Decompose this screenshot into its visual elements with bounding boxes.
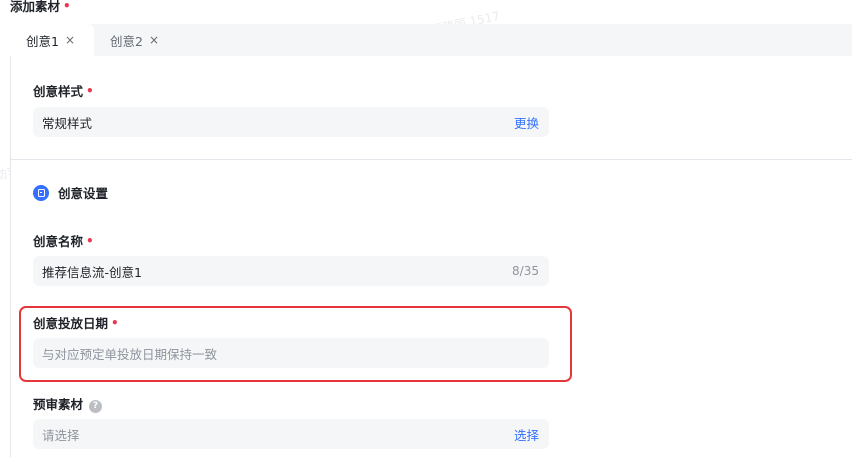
close-icon[interactable]: × xyxy=(149,33,159,47)
label-text: 预审素材 xyxy=(33,397,84,412)
change-style-link[interactable]: 更换 xyxy=(514,113,539,132)
tab-label: 创意1 xyxy=(26,33,59,49)
tab-creative-2[interactable]: 创意2 × xyxy=(110,24,159,56)
required-marker: • xyxy=(111,316,119,330)
tab-creative-1[interactable]: 创意1 × xyxy=(10,24,94,56)
creative-name-value: 推荐信息流-创意1 xyxy=(42,264,142,280)
creative-tab-bar: 创意1 × 创意2 × xyxy=(10,24,852,56)
review-material-select[interactable]: 请选择 选择 xyxy=(33,419,549,449)
select-material-link[interactable]: 选择 xyxy=(514,425,539,444)
document-icon xyxy=(33,184,49,201)
creative-settings-heading: 创意设置 xyxy=(33,183,108,202)
creative-name-label: 创意名称 • xyxy=(33,231,94,250)
review-material-label: 预审素材? xyxy=(33,394,103,414)
creative-settings-text: 创意设置 xyxy=(58,186,109,201)
required-marker: • xyxy=(86,84,94,98)
review-material-placeholder: 请选择 xyxy=(42,427,80,443)
delivery-date-placeholder: 与对应预定单投放日期保持一致 xyxy=(42,346,218,362)
label-text: 创意名称 xyxy=(33,234,84,249)
tab-label: 创意2 xyxy=(110,33,143,49)
section-divider xyxy=(10,159,852,160)
required-marker: • xyxy=(86,234,94,248)
char-counter: 8/35 xyxy=(512,264,539,278)
section-title: 添加素材 • xyxy=(10,0,71,14)
delivery-date-field[interactable]: 与对应预定单投放日期保持一致 xyxy=(33,338,549,368)
required-marker: • xyxy=(63,0,71,13)
creative-style-label: 创意样式 • xyxy=(33,81,94,100)
label-text: 创意样式 xyxy=(33,84,84,99)
label-text: 创意投放日期 xyxy=(33,316,109,331)
close-icon[interactable]: × xyxy=(65,33,75,47)
creative-name-input[interactable]: 推荐信息流-创意1 8/35 xyxy=(33,256,549,286)
creative-style-value: 常规样式 xyxy=(42,115,93,131)
add-material-page: 王雅丽 1517 访客 12093 王雅丽 1517 访客 12093 王雅丽 … xyxy=(0,0,852,457)
section-title-text: 添加素材 xyxy=(10,0,61,14)
help-icon[interactable]: ? xyxy=(89,399,103,413)
delivery-date-label: 创意投放日期 • xyxy=(33,313,119,332)
creative-style-field: 常规样式 更换 xyxy=(33,107,549,137)
